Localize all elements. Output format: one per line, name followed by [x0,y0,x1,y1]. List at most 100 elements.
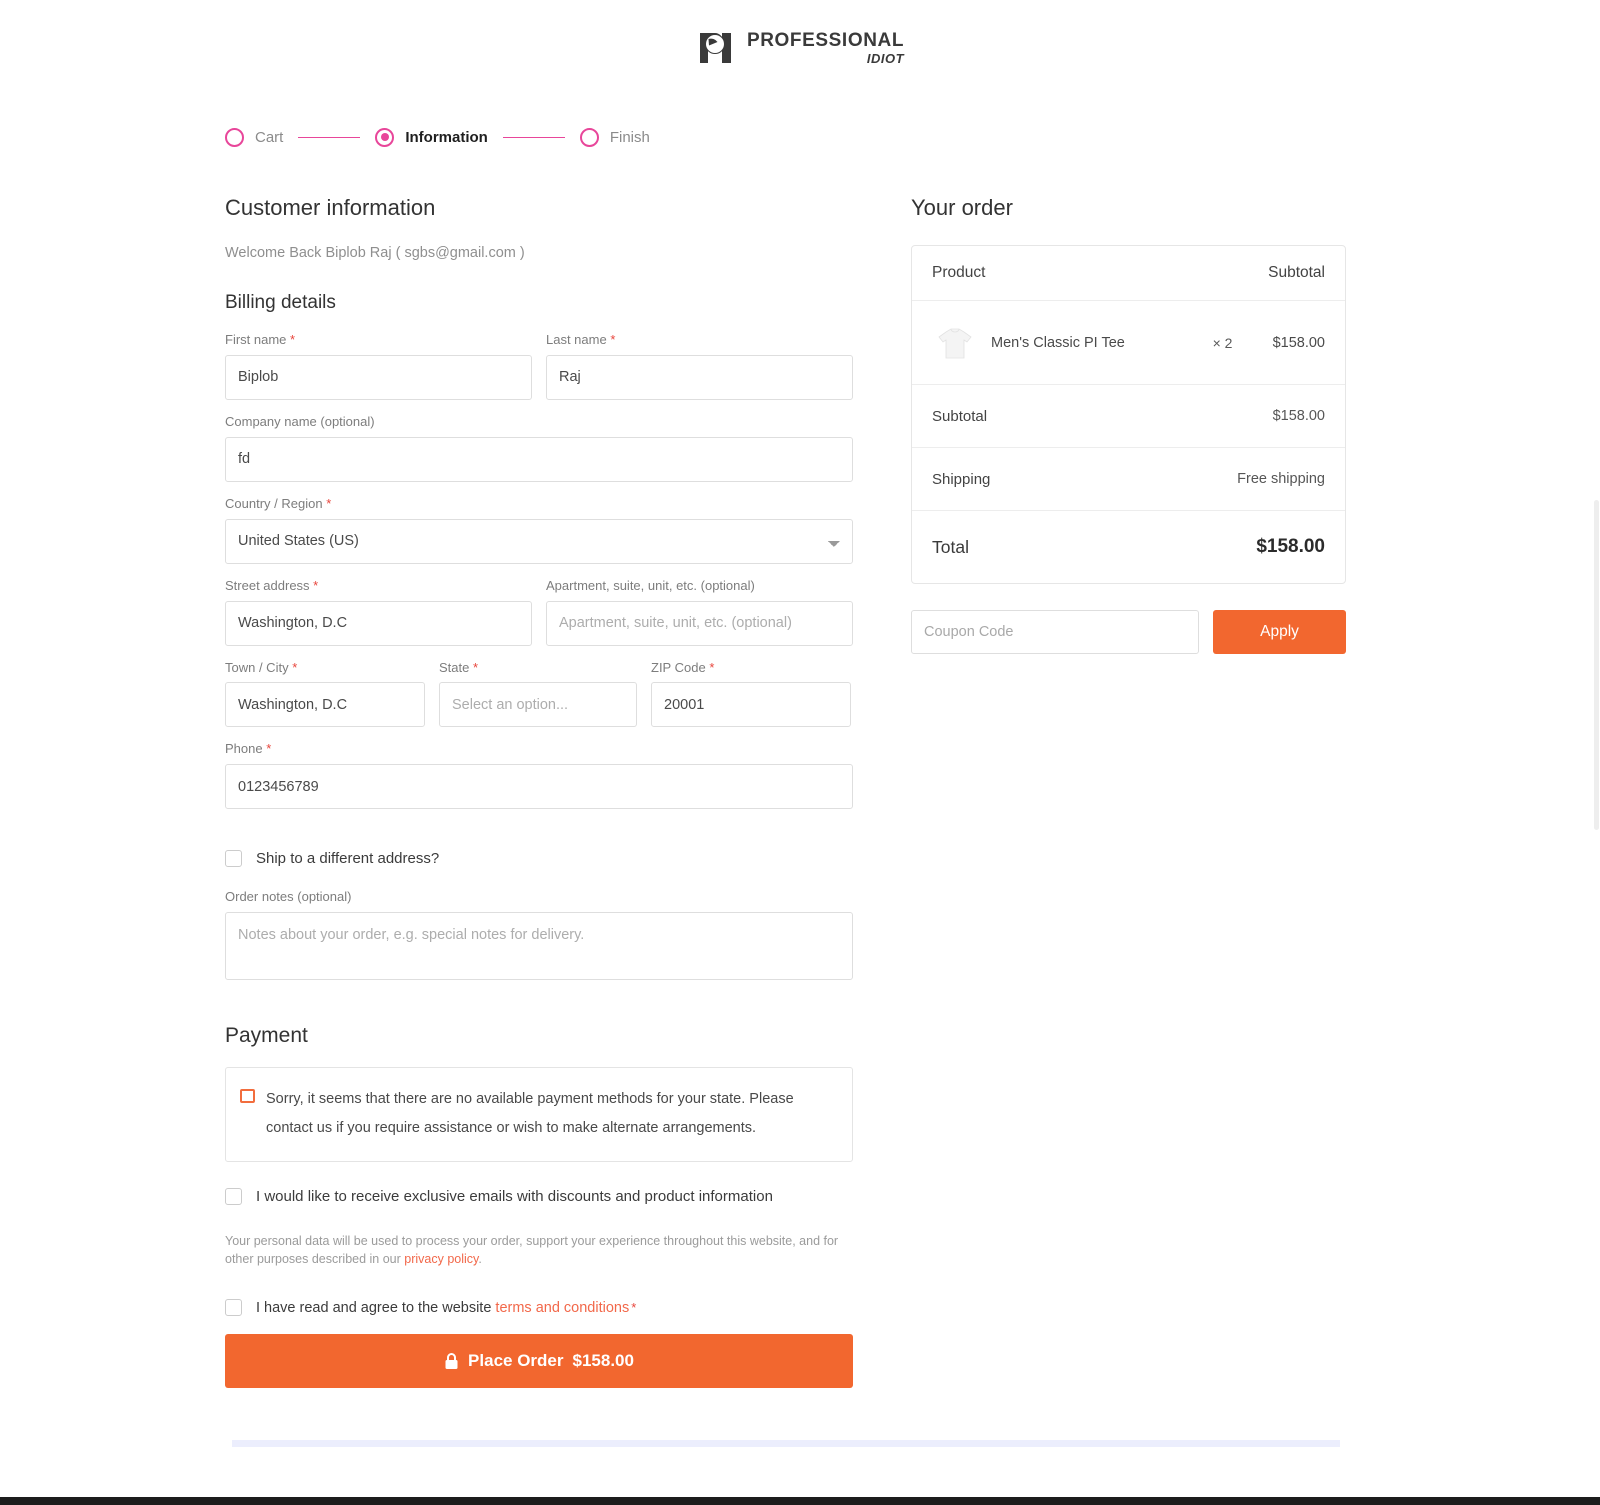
step-finish-dot-icon [579,127,599,147]
apartment-field: Apartment, suite, unit, etc. (optional) [546,578,853,646]
order-col-subtotal: Subtotal [1268,264,1325,281]
lock-icon [445,1352,458,1369]
order-shipping-label: Shipping [932,470,991,488]
payment-title: Payment [225,1024,308,1048]
order-subtotal-value: $158.00 [1272,408,1325,424]
last-name-input[interactable] [546,354,853,400]
zip-label: ZIP Code * [651,660,851,677]
terms-agreement-label: I have read and agree to the website ter… [256,1300,636,1316]
terms-required-mark: * [631,1299,637,1315]
ship-different-address-checkbox[interactable] [225,850,242,868]
step-cart-label: Cart [255,128,284,146]
order-summary-box: Product Subtotal Men's Classic PI Tee × … [911,245,1346,584]
state-required-mark: * [472,659,479,675]
state-select[interactable] [439,682,637,728]
order-notes-textarea[interactable] [225,912,853,981]
page-scrollbar[interactable] [1593,0,1600,1505]
street-address-label: Street address * [225,578,532,595]
phone-field: Phone * [225,741,853,810]
order-total-label: Total [932,536,969,557]
order-notes-field: Order notes (optional) [225,889,853,981]
logo-text-secondary: IDIOT [866,50,905,66]
last-name-label-text: Last name [546,332,607,347]
scrollbar-thumb[interactable] [1594,500,1599,830]
order-subtotal-label: Subtotal [932,407,988,425]
checkout-page: PROFESSIONAL IDIOT Cart Information Fini… [0,0,1600,1505]
last-name-field: Last name * [546,332,853,400]
state-label-text: State [439,659,470,675]
city-field: Town / City * [225,660,425,728]
street-address-label-text: Street address [225,577,310,593]
broken-image-icon [240,1089,255,1104]
privacy-text-after: . [478,1251,482,1266]
city-required-mark: * [292,659,298,675]
first-name-label-text: First name [225,332,287,347]
phone-input[interactable] [225,764,853,810]
site-header: PROFESSIONAL IDIOT [0,0,1600,95]
country-label: Country / Region * [225,496,853,513]
checkout-stepper: Cart Information Finish [225,115,1375,159]
phone-row: Phone * [225,741,853,810]
step-connector-2 [502,136,565,138]
site-logo[interactable]: PROFESSIONAL IDIOT [696,29,904,67]
privacy-text-before: Your personal data will be used to proce… [225,1233,839,1266]
step-information-label: Information [405,128,488,146]
order-total-row: Total $158.00 [912,511,1345,583]
first-name-field: First name * [225,332,532,400]
order-subtotal-row: Subtotal $158.00 [912,385,1345,448]
checkout-columns: Customer information Welcome Back Biplob… [225,195,1375,1389]
phone-label: Phone * [225,741,853,758]
city-input[interactable] [225,682,425,728]
step-cart[interactable]: Cart [225,127,284,147]
street-address-required-mark: * [313,577,319,593]
order-table-header: Product Subtotal [912,246,1345,301]
street-row: Street address * Apartment, suite, unit,… [225,578,853,646]
zip-field: ZIP Code * [651,660,851,728]
city-label-text: Town / City [225,659,289,675]
phone-required-mark: * [266,741,272,757]
company-input[interactable] [225,436,853,482]
country-required-mark: * [326,495,332,511]
first-name-input[interactable] [225,354,532,400]
country-select[interactable] [225,518,853,564]
step-information[interactable]: Information [375,127,488,147]
order-total-value: $158.00 [1256,536,1325,557]
terms-agreement-row[interactable]: I have read and agree to the website ter… [225,1299,853,1317]
marketing-optin-checkbox[interactable] [225,1187,242,1205]
place-order-amount: $158.00 [572,1351,634,1371]
coupon-code-input[interactable] [911,610,1199,654]
tshirt-thumbnail-icon [938,328,972,358]
billing-column: Customer information Welcome Back Biplob… [225,195,853,1389]
order-item-price: $158.00 [1272,334,1325,351]
marketing-optin-label: I would like to receive exclusive emails… [256,1187,773,1205]
logo-mark-icon [699,32,731,63]
marketing-optin-row[interactable]: I would like to receive exclusive emails… [225,1187,853,1205]
zip-input[interactable] [651,682,851,728]
place-order-button[interactable]: Place Order $158.00 [225,1334,853,1389]
ship-different-address-label: Ship to a different address? [256,850,440,868]
privacy-policy-link[interactable]: privacy policy [404,1252,478,1266]
terms-text-before: I have read and agree to the website [256,1299,496,1316]
last-name-label: Last name * [546,332,853,349]
country-field: Country / Region * [225,496,853,564]
ship-different-address-row[interactable]: Ship to a different address? [225,850,853,868]
apply-coupon-button[interactable]: Apply [1213,610,1346,654]
order-col-product: Product [932,264,986,281]
bottom-accent-bar [232,1440,1340,1447]
terms-and-conditions-link[interactable]: terms and conditions [495,1300,629,1316]
welcome-message: Welcome Back Biplob Raj ( sgbs@gmail.com… [225,245,525,261]
step-finish[interactable]: Finish [579,127,650,147]
company-row: Company name (optional) [225,414,853,482]
payment-notice-text: Sorry, it seems that there are no availa… [266,1091,794,1136]
apartment-input[interactable] [546,600,853,646]
coupon-row: Apply [911,610,1346,654]
bottom-dark-strip [0,1497,1600,1505]
last-name-required-mark: * [610,332,616,347]
step-finish-label: Finish [609,128,650,146]
terms-agreement-checkbox[interactable] [225,1299,242,1317]
company-field: Company name (optional) [225,414,853,482]
street-address-input[interactable] [225,600,532,646]
state-field: State * [439,660,637,728]
zip-label-text: ZIP Code [651,659,706,675]
state-label: State * [439,660,637,677]
